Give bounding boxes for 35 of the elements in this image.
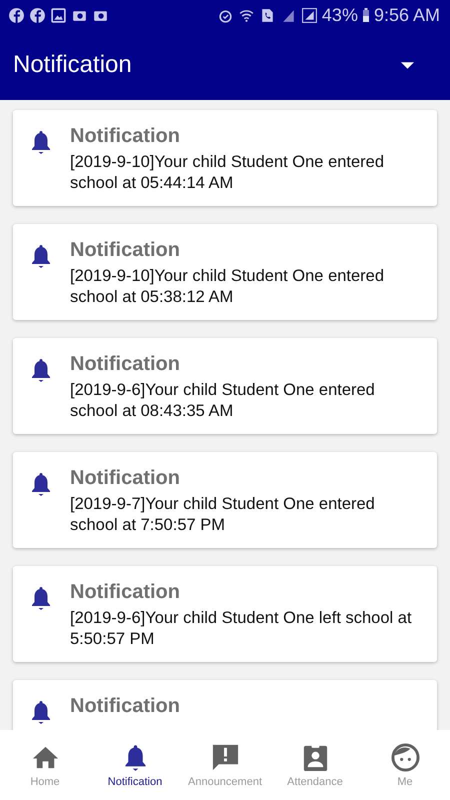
notification-card[interactable]: Notification [2019-9-6]Your child Student One entered school at 08:43:35 AM bbox=[13, 338, 437, 434]
speech-bubble-icon bbox=[210, 742, 240, 772]
notification-title: Notification bbox=[70, 352, 181, 376]
nav-tab[interactable]: Notification bbox=[90, 730, 180, 800]
bell-icon bbox=[29, 471, 53, 497]
page-title: Notification bbox=[13, 51, 132, 79]
bell-icon bbox=[29, 357, 53, 383]
notification-message: [2019-9-6]Your child Student One entered school at 08:43:35 AM bbox=[70, 380, 376, 422]
notification-title: Notification bbox=[70, 694, 180, 718]
notification-title: Notification bbox=[70, 466, 181, 490]
notification-card[interactable]: Notification [2019-9-6]Your child Student One left school at 5:50:57 PM bbox=[13, 566, 437, 662]
notification-card[interactable]: Notification [2019-9-10]Your child Student One entered school at 05:44:14 AM bbox=[13, 110, 437, 206]
battery-percentage: 43% bbox=[322, 4, 358, 26]
notification-message: [2019-9-10]Your child Student One entered school at 05:44:14 AM bbox=[70, 152, 386, 194]
notification-title: Notification bbox=[70, 124, 181, 148]
bell-icon bbox=[29, 129, 53, 155]
image-icon bbox=[50, 6, 67, 24]
signal-icon bbox=[300, 6, 318, 24]
bell-icon bbox=[29, 699, 53, 725]
notification-title: Notification bbox=[70, 580, 181, 604]
notification-message: [2019-9-7]Your child Student One entered school at 7:50:57 PM bbox=[70, 494, 376, 536]
dropdown-caret-icon[interactable] bbox=[401, 62, 414, 68]
notification-title: Notification bbox=[70, 238, 181, 262]
facebook-icon bbox=[29, 6, 46, 24]
bell-icon bbox=[29, 243, 53, 269]
notification-message: [2019-9-10]Your child Student One entered school at 05:38:12 AM bbox=[70, 266, 386, 308]
face-icon bbox=[390, 742, 420, 772]
notification-card[interactable]: Notification [2019-9-10]Your child Student One entered school at 05:38:12 AM bbox=[13, 224, 437, 320]
bell-icon bbox=[29, 585, 53, 611]
battery-icon bbox=[362, 7, 370, 23]
notification-card[interactable]: Notification [2019-9-7]Your child Student One entered school at 7:50:57 PM bbox=[13, 452, 437, 548]
notification-card[interactable]: Notification bbox=[13, 680, 437, 730]
notification-message: [2019-9-6]Your child Student One left school at 5:50:57 PM bbox=[70, 608, 413, 650]
clock-time: 9:56 AM bbox=[374, 4, 440, 26]
facebook-icon bbox=[8, 6, 25, 24]
